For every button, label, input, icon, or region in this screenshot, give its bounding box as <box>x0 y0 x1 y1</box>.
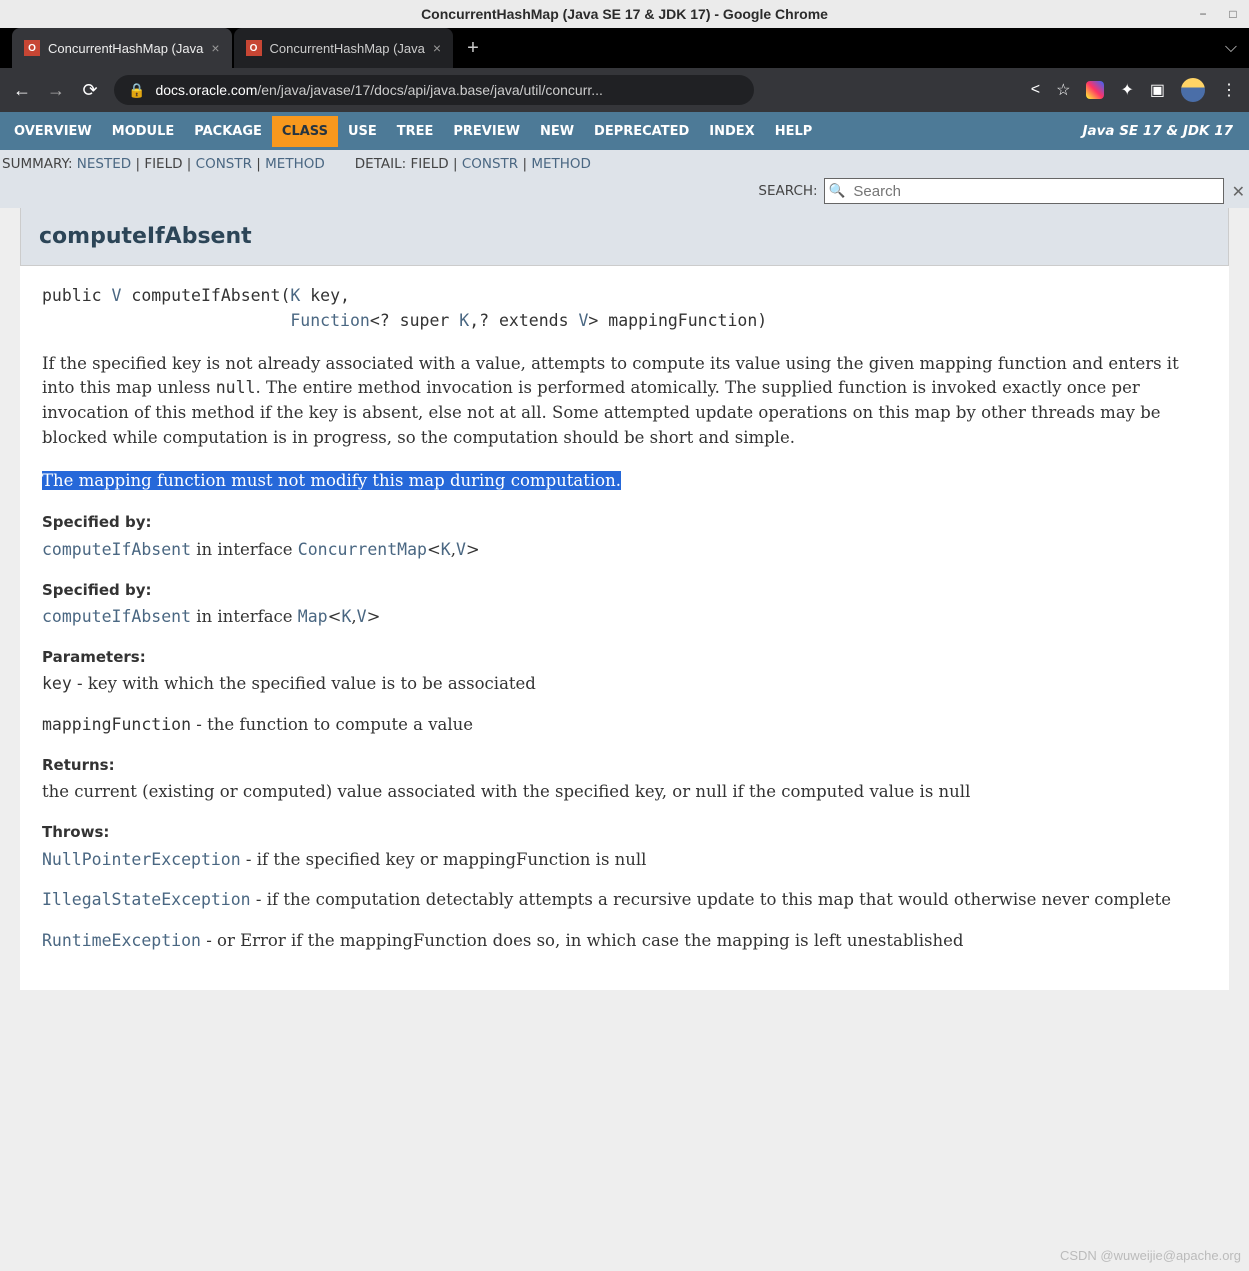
throws-item: RuntimeException - or Error if the mappi… <box>42 929 1207 954</box>
detail-method-link[interactable]: METHOD <box>531 156 591 172</box>
profile-avatar[interactable] <box>1181 78 1205 102</box>
forward-button[interactable]: → <box>46 80 66 101</box>
oracle-favicon-icon: O <box>246 40 262 56</box>
interface-link[interactable]: Map <box>298 607 328 626</box>
method-detail: computeIfAbsent public V computeIfAbsent… <box>20 208 1229 990</box>
parameters-label: Parameters: <box>42 646 1207 669</box>
share-icon[interactable]: < <box>1031 81 1040 99</box>
search-icon: 🔍 <box>829 183 846 199</box>
close-icon[interactable]: × <box>211 40 219 56</box>
search-label: SEARCH: <box>758 183 817 199</box>
window-controls: − □ <box>1195 6 1241 22</box>
throws-item: IllegalStateException - if the computati… <box>42 888 1207 913</box>
nav-help[interactable]: HELP <box>765 116 823 147</box>
parameter-item: mappingFunction - the function to comput… <box>42 713 1207 738</box>
tab-dropdown-icon[interactable]: ⌵ <box>1213 28 1249 68</box>
window-titlebar: ConcurrentHashMap (Java SE 17 & JDK 17) … <box>0 0 1249 28</box>
tab-title: ConcurrentHashMap (Java <box>270 41 425 56</box>
javadoc-navbar: OVERVIEW MODULE PACKAGE CLASS USE TREE P… <box>0 112 1249 150</box>
lock-icon: 🔒 <box>128 82 145 99</box>
watermark: CSDN @wuweijie@apache.org <box>1060 1248 1241 1263</box>
bookmark-icon[interactable]: ☆ <box>1056 80 1070 100</box>
nav-version: Java SE 17 & JDK 17 <box>1082 123 1245 139</box>
specified-by-value: computeIfAbsent in interface ConcurrentM… <box>42 538 1207 563</box>
minimize-icon[interactable]: − <box>1195 6 1211 22</box>
search-input[interactable] <box>851 182 1218 201</box>
extension-circle-icon[interactable] <box>1086 81 1104 99</box>
nav-deprecated[interactable]: DEPRECATED <box>584 116 699 147</box>
method-description: If the specified key is not already asso… <box>42 352 1207 451</box>
method-warning: The mapping function must not modify thi… <box>42 469 1207 494</box>
method-signature: public V computeIfAbsent(K key, Function… <box>42 284 1207 334</box>
search-box[interactable]: 🔍 <box>824 178 1224 204</box>
detail-constr-link[interactable]: CONSTR <box>462 156 518 172</box>
throws-label: Throws: <box>42 821 1207 844</box>
page-content: OVERVIEW MODULE PACKAGE CLASS USE TREE P… <box>0 112 1249 990</box>
summary-constr-link[interactable]: CONSTR <box>196 156 252 172</box>
exception-link[interactable]: NullPointerException <box>42 850 241 869</box>
tab-title: ConcurrentHashMap (Java <box>48 41 203 56</box>
nav-module[interactable]: MODULE <box>102 116 185 147</box>
new-tab-button[interactable]: + <box>453 28 493 68</box>
summary-group: SUMMARY: NESTED | FIELD | CONSTR | METHO… <box>2 156 325 172</box>
url-text: docs.oracle.com/en/java/javase/17/docs/a… <box>155 82 602 98</box>
javadoc-subnav: SUMMARY: NESTED | FIELD | CONSTR | METHO… <box>0 150 1249 208</box>
menu-icon[interactable]: ⋮ <box>1221 80 1237 100</box>
specified-by-label: Specified by: <box>42 511 1207 534</box>
summary-method-link[interactable]: METHOD <box>265 156 325 172</box>
back-button[interactable]: ← <box>12 80 32 101</box>
extensions-icon[interactable]: ✦ <box>1120 80 1133 100</box>
reload-button[interactable]: ⟳ <box>80 80 100 101</box>
close-icon[interactable]: × <box>433 40 441 56</box>
interface-link[interactable]: ConcurrentMap <box>298 540 427 559</box>
nav-index[interactable]: INDEX <box>699 116 764 147</box>
oracle-favicon-icon: O <box>24 40 40 56</box>
nav-preview[interactable]: PREVIEW <box>443 116 530 147</box>
maximize-icon[interactable]: □ <box>1225 6 1241 22</box>
nav-new[interactable]: NEW <box>530 116 584 147</box>
browser-tabstrip: O ConcurrentHashMap (Java × O Concurrent… <box>0 28 1249 68</box>
exception-link[interactable]: IllegalStateException <box>42 890 251 909</box>
method-link[interactable]: computeIfAbsent <box>42 607 191 626</box>
reading-list-icon[interactable]: ▣ <box>1150 80 1165 100</box>
specified-by-value: computeIfAbsent in interface Map<K,V> <box>42 605 1207 630</box>
specified-by-label: Specified by: <box>42 579 1207 602</box>
returns-label: Returns: <box>42 754 1207 777</box>
returns-value: the current (existing or computed) value… <box>42 780 1207 805</box>
nav-overview[interactable]: OVERVIEW <box>4 116 102 147</box>
browser-toolbar: ← → ⟳ 🔒 docs.oracle.com/en/java/javase/1… <box>0 68 1249 112</box>
exception-link[interactable]: RuntimeException <box>42 931 201 950</box>
window-title: ConcurrentHashMap (Java SE 17 & JDK 17) … <box>421 6 828 22</box>
parameter-item: key - key with which the specified value… <box>42 672 1207 697</box>
nav-class[interactable]: CLASS <box>272 116 338 147</box>
nav-tree[interactable]: TREE <box>387 116 444 147</box>
address-bar[interactable]: 🔒 docs.oracle.com/en/java/javase/17/docs… <box>114 75 754 105</box>
method-link[interactable]: computeIfAbsent <box>42 540 191 559</box>
search-clear-icon[interactable]: ✕ <box>1230 182 1247 201</box>
nav-use[interactable]: USE <box>338 116 387 147</box>
browser-tab[interactable]: O ConcurrentHashMap (Java × <box>234 28 454 68</box>
nav-package[interactable]: PACKAGE <box>184 116 272 147</box>
throws-item: NullPointerException - if the specified … <box>42 848 1207 873</box>
browser-tab[interactable]: O ConcurrentHashMap (Java × <box>12 28 232 68</box>
detail-group: DETAIL: FIELD | CONSTR | METHOD <box>355 156 591 172</box>
summary-nested-link[interactable]: NESTED <box>77 156 131 172</box>
method-heading: computeIfAbsent <box>20 208 1229 266</box>
